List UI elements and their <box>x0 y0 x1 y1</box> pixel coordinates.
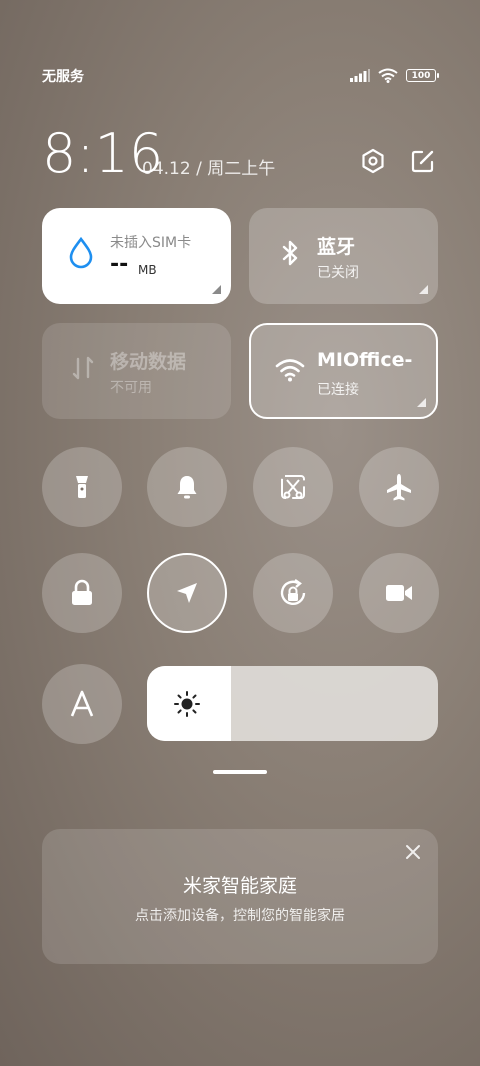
screen-record-toggle[interactable] <box>359 553 439 633</box>
status-bar: 无服务 100 <box>42 66 439 88</box>
location-arrow-icon <box>177 583 197 603</box>
data-usage-title: 未插入SIM卡 <box>110 235 192 251</box>
flashlight-toggle[interactable] <box>42 447 122 527</box>
bluetooth-title: 蓝牙 <box>317 236 356 258</box>
header: 8:16 04.12 / 周二上午 <box>42 122 436 185</box>
mobile-data-arrows-icon <box>72 356 94 380</box>
data-usage-tile[interactable]: 未插入SIM卡 -- MB <box>42 208 231 304</box>
screenshot-toggle[interactable] <box>253 447 333 527</box>
wifi-tile[interactable]: MIOffice- 已连接 <box>249 323 438 419</box>
brightness-slider[interactable] <box>147 666 438 741</box>
video-camera-icon <box>386 585 412 601</box>
status-icons: 100 <box>350 68 439 83</box>
silent-toggle[interactable] <box>147 447 227 527</box>
signal-icon <box>350 69 370 82</box>
water-drop-icon <box>69 236 93 269</box>
font-a-icon <box>70 690 94 717</box>
expand-corner <box>212 285 221 294</box>
expand-corner <box>417 398 426 407</box>
rotation-lock-icon <box>280 579 306 605</box>
airplane-toggle[interactable] <box>359 447 439 527</box>
flashlight-icon <box>76 476 88 498</box>
mobile-data-tile[interactable]: 移动数据 不可用 <box>42 323 231 419</box>
edit-icon[interactable] <box>410 148 436 174</box>
battery-icon: 100 <box>406 69 439 82</box>
rotation-lock-toggle[interactable] <box>253 553 333 633</box>
scissors-screenshot-icon <box>281 475 305 499</box>
bluetooth-tile[interactable]: 蓝牙 已关闭 <box>249 208 438 304</box>
mijia-smart-home-card[interactable]: 米家智能家庭 点击添加设备，控制您的智能家居 <box>42 829 438 964</box>
mijia-card-title: 米家智能家庭 <box>182 875 297 897</box>
brightness-sun-icon <box>174 691 200 717</box>
expand-corner <box>419 285 428 294</box>
data-usage-value: -- <box>110 252 129 277</box>
close-icon[interactable] <box>404 843 422 861</box>
mijia-card-subtitle: 点击添加设备，控制您的智能家居 <box>135 908 345 924</box>
location-toggle[interactable] <box>147 553 227 633</box>
wifi-network-name: MIOffice- <box>317 349 413 371</box>
bell-icon <box>177 476 197 499</box>
date-label: 04.12 / 周二上午 <box>142 159 276 179</box>
settings-gear-icon[interactable] <box>360 148 386 174</box>
wifi-icon <box>275 359 305 382</box>
lock-screen-toggle[interactable] <box>42 553 122 633</box>
panel-drag-handle[interactable] <box>213 770 267 774</box>
mobile-data-status: 不可用 <box>110 380 152 396</box>
bluetooth-status: 已关闭 <box>317 265 359 281</box>
lock-icon <box>72 579 92 605</box>
wifi-status: 已连接 <box>317 382 359 398</box>
mobile-data-title: 移动数据 <box>110 351 187 373</box>
font-size-toggle[interactable] <box>42 664 122 744</box>
bluetooth-icon <box>282 240 298 266</box>
airplane-icon <box>387 474 411 501</box>
data-usage-unit: MB <box>138 263 157 277</box>
wifi-status-icon <box>378 68 398 83</box>
battery-level: 100 <box>411 70 431 81</box>
carrier-label: 无服务 <box>42 69 84 85</box>
